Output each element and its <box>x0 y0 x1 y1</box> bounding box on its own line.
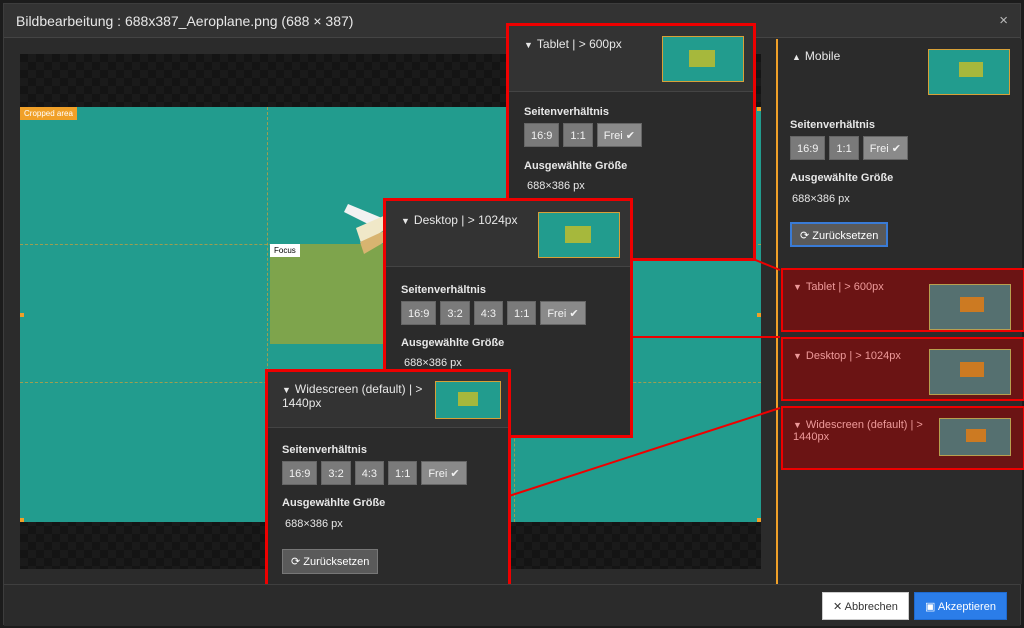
ratio-16-9-button[interactable]: 16:9 <box>282 461 318 485</box>
variant-title-widescreen[interactable]: ▼ Widescreen (default) | >1440px <box>282 383 422 410</box>
image-editor-modal: Bildbearbeitung : 688x387_Aeroplane.png … <box>3 3 1024 626</box>
variant-title-desktop[interactable]: ▼ Desktop | > 1024px <box>401 214 517 228</box>
check-icon: ✔ <box>569 308 579 320</box>
ratio-free-button[interactable]: Frei ✔ <box>421 461 467 485</box>
ratio-1-1-button[interactable]: 1:1 <box>388 461 418 485</box>
cancel-button[interactable]: ✕ Abbrechen <box>822 592 909 620</box>
variant-title-tablet[interactable]: ▼ Tablet | > 600px <box>524 38 622 52</box>
widescreen-variant-popup: ▼ Widescreen (default) | >1440px Seitenve… <box>265 369 511 599</box>
chevron-down-icon: ▼ <box>282 385 291 395</box>
selected-size-value: 688×386 px <box>404 357 462 369</box>
selected-size-value: 688×386 px <box>527 180 585 192</box>
selected-size-label: Ausgewählte Größe <box>401 337 505 349</box>
check-icon: ✔ <box>625 130 635 142</box>
ratio-3-2-button[interactable]: 3:2 <box>321 461 351 485</box>
refresh-icon: ⟳ <box>291 556 301 568</box>
variant-thumbnail <box>662 36 744 82</box>
variant-thumbnail <box>435 381 501 419</box>
save-icon: ▣ <box>925 601 936 613</box>
variant-thumbnail <box>538 212 620 258</box>
ratio-16-9-button[interactable]: 16:9 <box>524 123 560 147</box>
selected-size-label: Ausgewählte Größe <box>524 160 628 172</box>
accept-button[interactable]: ▣ Akzeptieren <box>914 592 1007 620</box>
ratio-16-9-button[interactable]: 16:9 <box>401 301 437 325</box>
chevron-down-icon: ▼ <box>524 40 533 50</box>
ratio-free-button[interactable]: Frei ✔ <box>540 301 586 325</box>
ratio-4-3-button[interactable]: 4:3 <box>354 461 385 485</box>
ratio-3-2-button[interactable]: 3:2 <box>440 301 470 325</box>
ratio-1-1-button[interactable]: 1:1 <box>507 301 537 325</box>
reset-button[interactable]: ⟳ Zurücksetzen <box>282 549 379 574</box>
selected-size-label: Ausgewählte Größe <box>282 497 386 509</box>
selected-size-value: 688×386 px <box>285 518 343 530</box>
chevron-down-icon: ▼ <box>401 216 410 226</box>
close-icon: ✕ <box>833 601 843 613</box>
check-icon: ✔ <box>450 468 460 480</box>
ratio-4-3-button[interactable]: 4:3 <box>473 301 504 325</box>
ratio-free-button[interactable]: Frei ✔ <box>596 123 642 147</box>
modal-footer: ✕ Abbrechen ▣ Akzeptieren <box>4 584 1020 626</box>
aspect-ratio-label: Seitenverhältnis <box>401 284 486 296</box>
aspect-ratio-label: Seitenverhältnis <box>524 106 609 118</box>
ratio-1-1-button[interactable]: 1:1 <box>563 123 593 147</box>
aspect-ratio-label: Seitenverhältnis <box>282 444 367 456</box>
